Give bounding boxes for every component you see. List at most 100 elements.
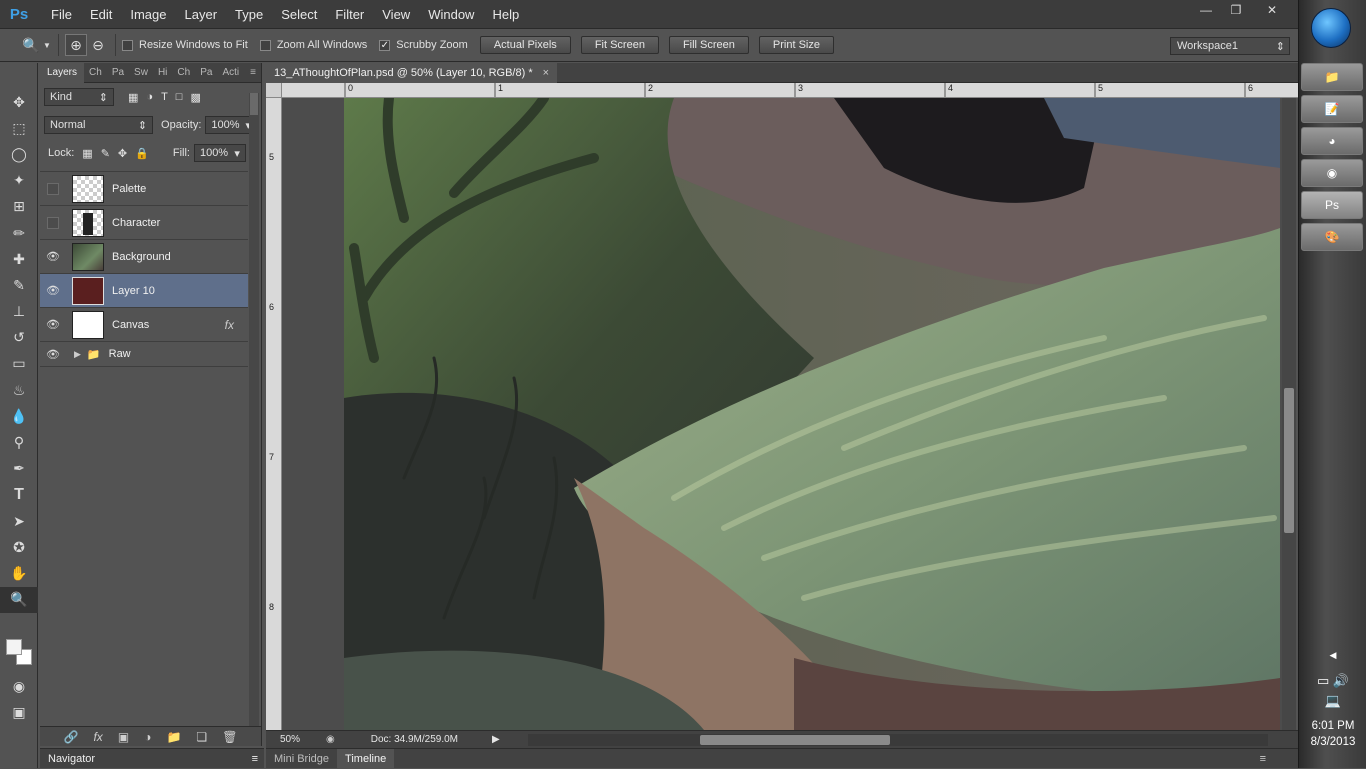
zoom-tool-icon[interactable]: 🔍 bbox=[20, 34, 42, 56]
tab-history[interactable]: Hi bbox=[153, 67, 172, 78]
eraser-icon[interactable]: ▭ bbox=[0, 351, 38, 377]
document-horizontal-scrollbar[interactable] bbox=[528, 734, 1268, 746]
layer-canvas[interactable]: 👁 Canvas fx bbox=[40, 307, 248, 341]
lock-image-icon[interactable]: ✎ bbox=[101, 147, 110, 160]
tab-swatches[interactable]: Sw bbox=[129, 67, 153, 78]
paint-taskbar-icon[interactable]: 🎨 bbox=[1301, 223, 1363, 251]
lock-position-icon[interactable]: ✥ bbox=[118, 147, 127, 160]
mask-icon[interactable]: ▣ bbox=[118, 730, 129, 744]
filter-kind-select[interactable]: Kind ⇕ bbox=[44, 88, 114, 106]
layers-scrollbar[interactable] bbox=[249, 93, 259, 743]
visibility-toggle[interactable] bbox=[40, 182, 66, 195]
fx-icon[interactable]: fx bbox=[225, 318, 234, 332]
horizontal-ruler[interactable]: 0 1 2 3 4 5 6 bbox=[282, 83, 1298, 98]
status-icon[interactable]: ◉ bbox=[326, 734, 335, 745]
menu-file[interactable]: File bbox=[42, 7, 81, 22]
status-menu-arrow-icon[interactable]: ▶ bbox=[492, 734, 500, 745]
start-button[interactable] bbox=[1311, 8, 1351, 48]
foreground-color[interactable] bbox=[6, 639, 22, 655]
dodge-tool-icon[interactable]: ⚲ bbox=[0, 429, 38, 455]
expand-arrow-icon[interactable]: ▶ bbox=[74, 349, 81, 360]
custom-shape-icon[interactable]: ✪ bbox=[0, 534, 38, 560]
navigator-panel-tab[interactable]: Navigator ≡ bbox=[40, 748, 264, 768]
new-group-icon[interactable]: 📁 bbox=[166, 730, 181, 744]
path-selection-icon[interactable]: ➤ bbox=[0, 508, 38, 534]
menu-select[interactable]: Select bbox=[272, 7, 326, 22]
lasso-tool-icon[interactable]: ◯ bbox=[0, 141, 38, 167]
trash-icon[interactable]: 🗑 bbox=[222, 730, 237, 744]
workspace-select[interactable]: Workspace1 ⇕ bbox=[1170, 37, 1290, 55]
scroll-thumb[interactable] bbox=[700, 735, 890, 745]
actual-pixels-button[interactable]: Actual Pixels bbox=[479, 36, 571, 54]
notepad-taskbar-icon[interactable]: 📝 bbox=[1301, 95, 1363, 123]
tab-timeline[interactable]: Timeline bbox=[337, 748, 395, 769]
checkbox-box[interactable] bbox=[122, 39, 133, 51]
lock-all-icon[interactable]: 🔒 bbox=[135, 147, 149, 160]
healing-brush-icon[interactable]: ✚ bbox=[0, 246, 38, 272]
fx-icon[interactable]: fx bbox=[93, 730, 102, 744]
adjustment-icon[interactable]: ◑ bbox=[144, 730, 151, 744]
zoom-out-icon[interactable]: ⊖ bbox=[87, 34, 109, 56]
scrubby-zoom-checkbox[interactable]: ✓ Scrubby Zoom bbox=[379, 39, 468, 51]
eye-icon[interactable]: 👁 bbox=[40, 250, 66, 263]
layer-background[interactable]: 👁 Background bbox=[40, 239, 248, 273]
type-filter-icon[interactable]: T bbox=[161, 91, 168, 103]
explorer-taskbar-icon[interactable]: 📁 bbox=[1301, 63, 1363, 91]
tab-actions[interactable]: Acti bbox=[217, 67, 244, 78]
menu-type[interactable]: Type bbox=[226, 7, 272, 22]
smart-object-filter-icon[interactable]: ▩ bbox=[190, 91, 200, 104]
layer-palette[interactable]: Palette bbox=[40, 171, 248, 205]
checkbox-box[interactable] bbox=[259, 39, 271, 51]
fit-screen-button[interactable]: Fit Screen bbox=[580, 36, 659, 54]
chrome-taskbar-icon[interactable]: ◉ bbox=[1301, 159, 1363, 187]
magic-wand-icon[interactable]: ✦ bbox=[0, 168, 38, 194]
ruler-origin[interactable] bbox=[266, 83, 282, 98]
checkmark-icon[interactable]: ✓ bbox=[379, 39, 391, 51]
layer-group-raw[interactable]: 👁 ▶ 📁 Raw bbox=[40, 341, 248, 367]
clone-stamp-icon[interactable]: ⊥ bbox=[0, 299, 38, 325]
marquee-tool-icon[interactable]: ⬚ bbox=[0, 115, 38, 141]
print-size-button[interactable]: Print Size bbox=[758, 36, 834, 54]
vertical-ruler[interactable]: 5 6 7 8 bbox=[266, 98, 282, 730]
zoom-in-icon[interactable]: ⊕ bbox=[65, 34, 87, 56]
adjustment-filter-icon[interactable]: ◑ bbox=[146, 91, 153, 103]
hand-tool-icon[interactable]: ✋ bbox=[0, 560, 38, 586]
menu-layer[interactable]: Layer bbox=[176, 7, 227, 22]
fill-input[interactable]: 100% ▾ bbox=[193, 144, 246, 162]
screen-mode-icon[interactable]: ▣ bbox=[0, 699, 38, 725]
zoom-tool-icon[interactable]: 🔍 bbox=[0, 586, 38, 613]
close-icon[interactable]: × bbox=[543, 63, 549, 83]
zoom-all-checkbox[interactable]: Zoom All Windows bbox=[259, 39, 367, 51]
tab-paths[interactable]: Pa bbox=[107, 67, 129, 78]
quick-mask-icon[interactable]: ◉ bbox=[0, 673, 38, 699]
tab-layers[interactable]: Layers bbox=[40, 62, 85, 83]
scroll-thumb[interactable] bbox=[1284, 388, 1294, 533]
visibility-toggle[interactable] bbox=[40, 216, 66, 229]
battery-icon[interactable]: ▭ 🔊 bbox=[1299, 673, 1366, 689]
shape-filter-icon[interactable]: □ bbox=[176, 91, 183, 103]
utorrent-taskbar-icon[interactable]: ◕ bbox=[1301, 127, 1363, 155]
pixel-filter-icon[interactable]: ▦ bbox=[128, 91, 138, 104]
zoom-level[interactable]: 50% bbox=[280, 734, 316, 745]
restore-icon[interactable]: ❐ bbox=[1222, 0, 1250, 20]
link-icon[interactable]: 🔗 bbox=[64, 730, 79, 744]
scroll-thumb[interactable] bbox=[250, 93, 258, 115]
network-icon[interactable]: 💻 bbox=[1299, 693, 1366, 709]
eyedropper-icon[interactable]: ✏ bbox=[0, 220, 38, 246]
crop-tool-icon[interactable]: ⊞ bbox=[0, 194, 38, 220]
show-hidden-icons-icon[interactable]: ◀ bbox=[1299, 650, 1366, 661]
document-vertical-scrollbar[interactable] bbox=[1282, 98, 1296, 730]
history-brush-icon[interactable]: ↺ bbox=[0, 325, 38, 351]
layer-layer-10[interactable]: 👁 Layer 10 bbox=[40, 273, 248, 307]
photoshop-taskbar-icon[interactable]: Ps bbox=[1301, 191, 1363, 219]
eye-icon[interactable]: 👁 bbox=[40, 318, 66, 331]
menu-filter[interactable]: Filter bbox=[326, 7, 373, 22]
panel-menu-icon[interactable]: ≡ bbox=[245, 67, 261, 78]
tab-mini-bridge[interactable]: Mini Bridge bbox=[266, 749, 337, 769]
layer-character[interactable]: Character bbox=[40, 205, 248, 239]
menu-help[interactable]: Help bbox=[483, 7, 528, 22]
menu-window[interactable]: Window bbox=[419, 7, 483, 22]
tab-character[interactable]: Ch bbox=[172, 67, 195, 78]
minimize-icon[interactable]: — bbox=[1192, 0, 1220, 20]
brush-tool-icon[interactable]: ✎ bbox=[0, 272, 38, 298]
